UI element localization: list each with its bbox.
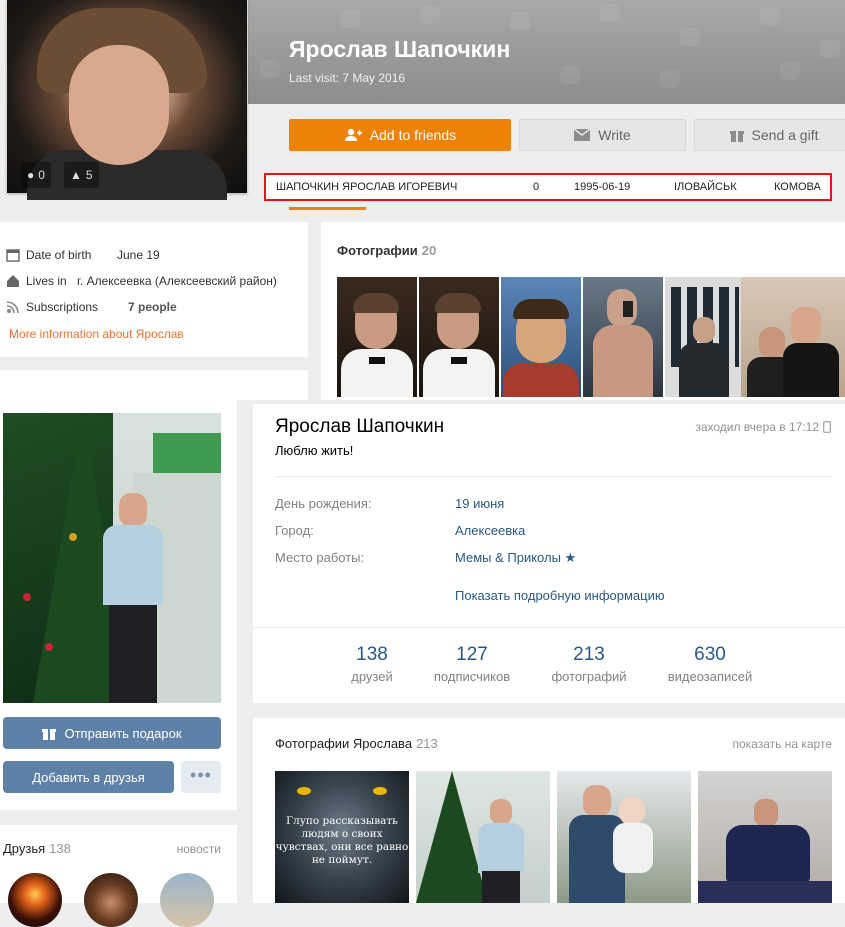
stat-friends[interactable]: 138 друзей — [322, 644, 422, 684]
record-town: ІЛОВАЙСЬК — [674, 181, 737, 193]
ok-photos-card: Фотографии 20 — [321, 222, 845, 400]
stat-videos[interactable]: 630 видеозаписей — [660, 644, 760, 684]
ok-photo-thumb[interactable] — [337, 277, 417, 397]
record-zero: 0 — [533, 181, 540, 193]
show-on-map-link[interactable]: показать на карте — [733, 737, 833, 751]
wolf-caption: Глупо рассказывать людям о своих чувства… — [275, 815, 409, 866]
more-info-link[interactable]: More information about Ярослав — [9, 327, 184, 341]
vk-photo-thumb[interactable] — [416, 771, 550, 903]
add-user-icon — [344, 128, 362, 141]
write-button[interactable]: Write — [519, 119, 686, 151]
profile-avatar[interactable]: ● 0 ▲ 5 — [7, 0, 247, 200]
vk-profile-name: Ярослав Шапочкин — [275, 416, 445, 437]
empty-card — [0, 370, 308, 400]
highlighted-record: ШАПОЧКИН ЯРОСЛАВ ИГОРЕВИЧ 0 1995-06-19 І… — [264, 173, 832, 201]
ok-photo-thumb[interactable] — [583, 277, 663, 397]
comment-icon: ● — [27, 168, 35, 182]
ok-photos-title[interactable]: Фотографии 20 — [337, 243, 436, 258]
vk-profile-photo[interactable] — [3, 413, 221, 703]
about-card: Date of birth June 19 Lives in г. Алексе… — [0, 222, 308, 357]
active-tab-indicator — [289, 207, 366, 210]
vk-photo-thumb[interactable]: Глупо рассказывать людям о своих чувства… — [275, 771, 409, 903]
city-link[interactable]: Алексеевка — [455, 523, 525, 538]
vk-photos-title[interactable]: Фотографии Ярослава 213 — [275, 736, 438, 751]
friend-avatar[interactable] — [84, 873, 138, 927]
add-to-friends-button[interactable]: Add to friends — [289, 119, 511, 151]
friend-avatar[interactable] — [8, 873, 62, 927]
birthday-link[interactable]: 19 июня — [455, 496, 504, 511]
rss-icon — [6, 301, 19, 314]
show-more-info-link[interactable]: Показать подробную информацию — [455, 588, 665, 603]
home-icon — [7, 275, 19, 287]
record-street: КОМОВА — [774, 181, 821, 193]
vk-profile-info: Ярослав Шапочкин Люблю жить! заходил вче… — [253, 404, 845, 703]
last-visit: Last visit: 7 May 2016 — [289, 71, 406, 85]
thumbs-up-icon: ▲ — [70, 168, 82, 182]
record-fullname: ШАПОЧКИН ЯРОСЛАВ ИГОРЕВИЧ — [276, 181, 458, 193]
stat-followers[interactable]: 127 подписчиков — [422, 644, 522, 684]
mobile-icon — [823, 421, 831, 433]
more-actions-button[interactable]: ••• — [181, 761, 221, 793]
vk-status: Люблю жить! — [275, 443, 354, 458]
send-gift-button-vk[interactable]: Отправить подарок — [3, 717, 221, 749]
divider — [253, 627, 845, 628]
friends-news-link[interactable]: новости — [177, 842, 221, 856]
vk-photo-thumb[interactable] — [557, 771, 691, 903]
friends-title[interactable]: Друзья 138 — [3, 841, 71, 856]
envelope-icon — [574, 129, 591, 141]
friend-avatar[interactable] — [160, 873, 214, 927]
profile-name: Ярослав Шапочкин — [289, 36, 511, 62]
vk-left-column: Отправить подарок Добавить в друзья ••• — [0, 400, 237, 810]
record-birthdate: 1995-06-19 — [574, 181, 631, 193]
comments-counter[interactable]: ● 0 — [21, 162, 51, 188]
work-link[interactable]: Мемы & Приколы ★ — [455, 550, 576, 566]
subscriptions-link[interactable]: 7 people — [128, 300, 177, 314]
vk-photo-thumb[interactable] — [698, 771, 832, 903]
ok-photo-thumb[interactable] — [501, 277, 581, 397]
likes-counter[interactable]: ▲ 5 — [64, 162, 99, 188]
vk-friends-block: Друзья 138 новости — [0, 825, 237, 927]
add-friend-button-vk[interactable]: Добавить в друзья — [3, 761, 174, 793]
divider — [275, 476, 831, 477]
ok-photo-thumb[interactable] — [665, 277, 745, 397]
send-gift-button[interactable]: Send a gift — [694, 119, 845, 151]
ok-photo-thumb[interactable] — [741, 277, 845, 397]
stat-photos[interactable]: 213 фотографий — [539, 644, 639, 684]
gift-icon — [729, 131, 744, 142]
ok-photo-thumb[interactable] — [419, 277, 499, 397]
vk-photos-block: Фотографии Ярослава 213 показать на карте… — [253, 718, 845, 903]
vk-last-seen: заходил вчера в 17:12 — [695, 420, 831, 434]
ok-profile-section: ● 0 ▲ 5 Ярослав Шапочкин Last visit: 7 M… — [0, 0, 845, 400]
calendar-icon — [6, 249, 20, 262]
gift-icon — [42, 729, 57, 740]
